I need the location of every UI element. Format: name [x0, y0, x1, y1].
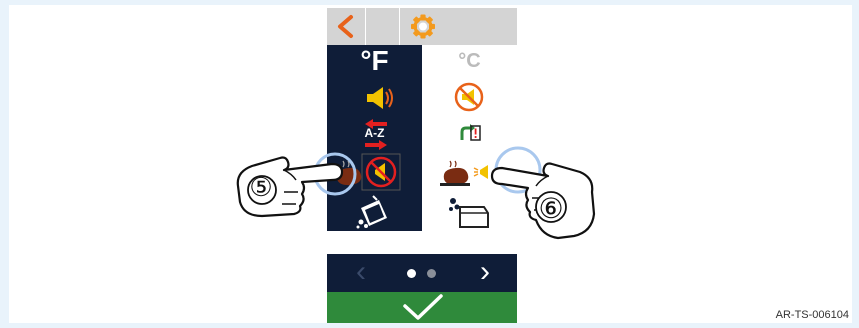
unit-fahrenheit-option[interactable]: °F: [327, 45, 422, 79]
sound-off-option[interactable]: [422, 79, 517, 115]
settings-button[interactable]: [399, 8, 447, 45]
sound-on-option[interactable]: [327, 79, 422, 115]
unit-celsius-option[interactable]: °C: [422, 45, 517, 79]
checkmark-icon: [403, 294, 443, 320]
confirm-button[interactable]: [327, 292, 517, 323]
top-bar: [327, 8, 517, 45]
gear-icon: [411, 14, 435, 39]
page-dot[interactable]: [427, 269, 436, 278]
unit-celsius-label: °C: [458, 50, 481, 72]
page-dot-active[interactable]: [407, 269, 416, 278]
callout-number-left: ⑤: [249, 172, 273, 202]
speaker-off-icon: [454, 82, 484, 112]
speaker-on-icon: [367, 87, 393, 109]
back-arrow-icon: [338, 15, 353, 38]
callout-number-right: ⑥: [538, 193, 564, 224]
sort-az-label: A-Z: [364, 126, 385, 140]
unit-fahrenheit-label: °F: [360, 45, 389, 76]
pagination-bar: ‹ ›: [327, 254, 517, 292]
divider: [365, 8, 366, 45]
prev-page-button[interactable]: ‹: [351, 257, 371, 288]
reference-code: AR-TS-006104: [775, 309, 849, 321]
next-page-button[interactable]: ›: [475, 257, 495, 288]
back-button[interactable]: [327, 8, 365, 45]
